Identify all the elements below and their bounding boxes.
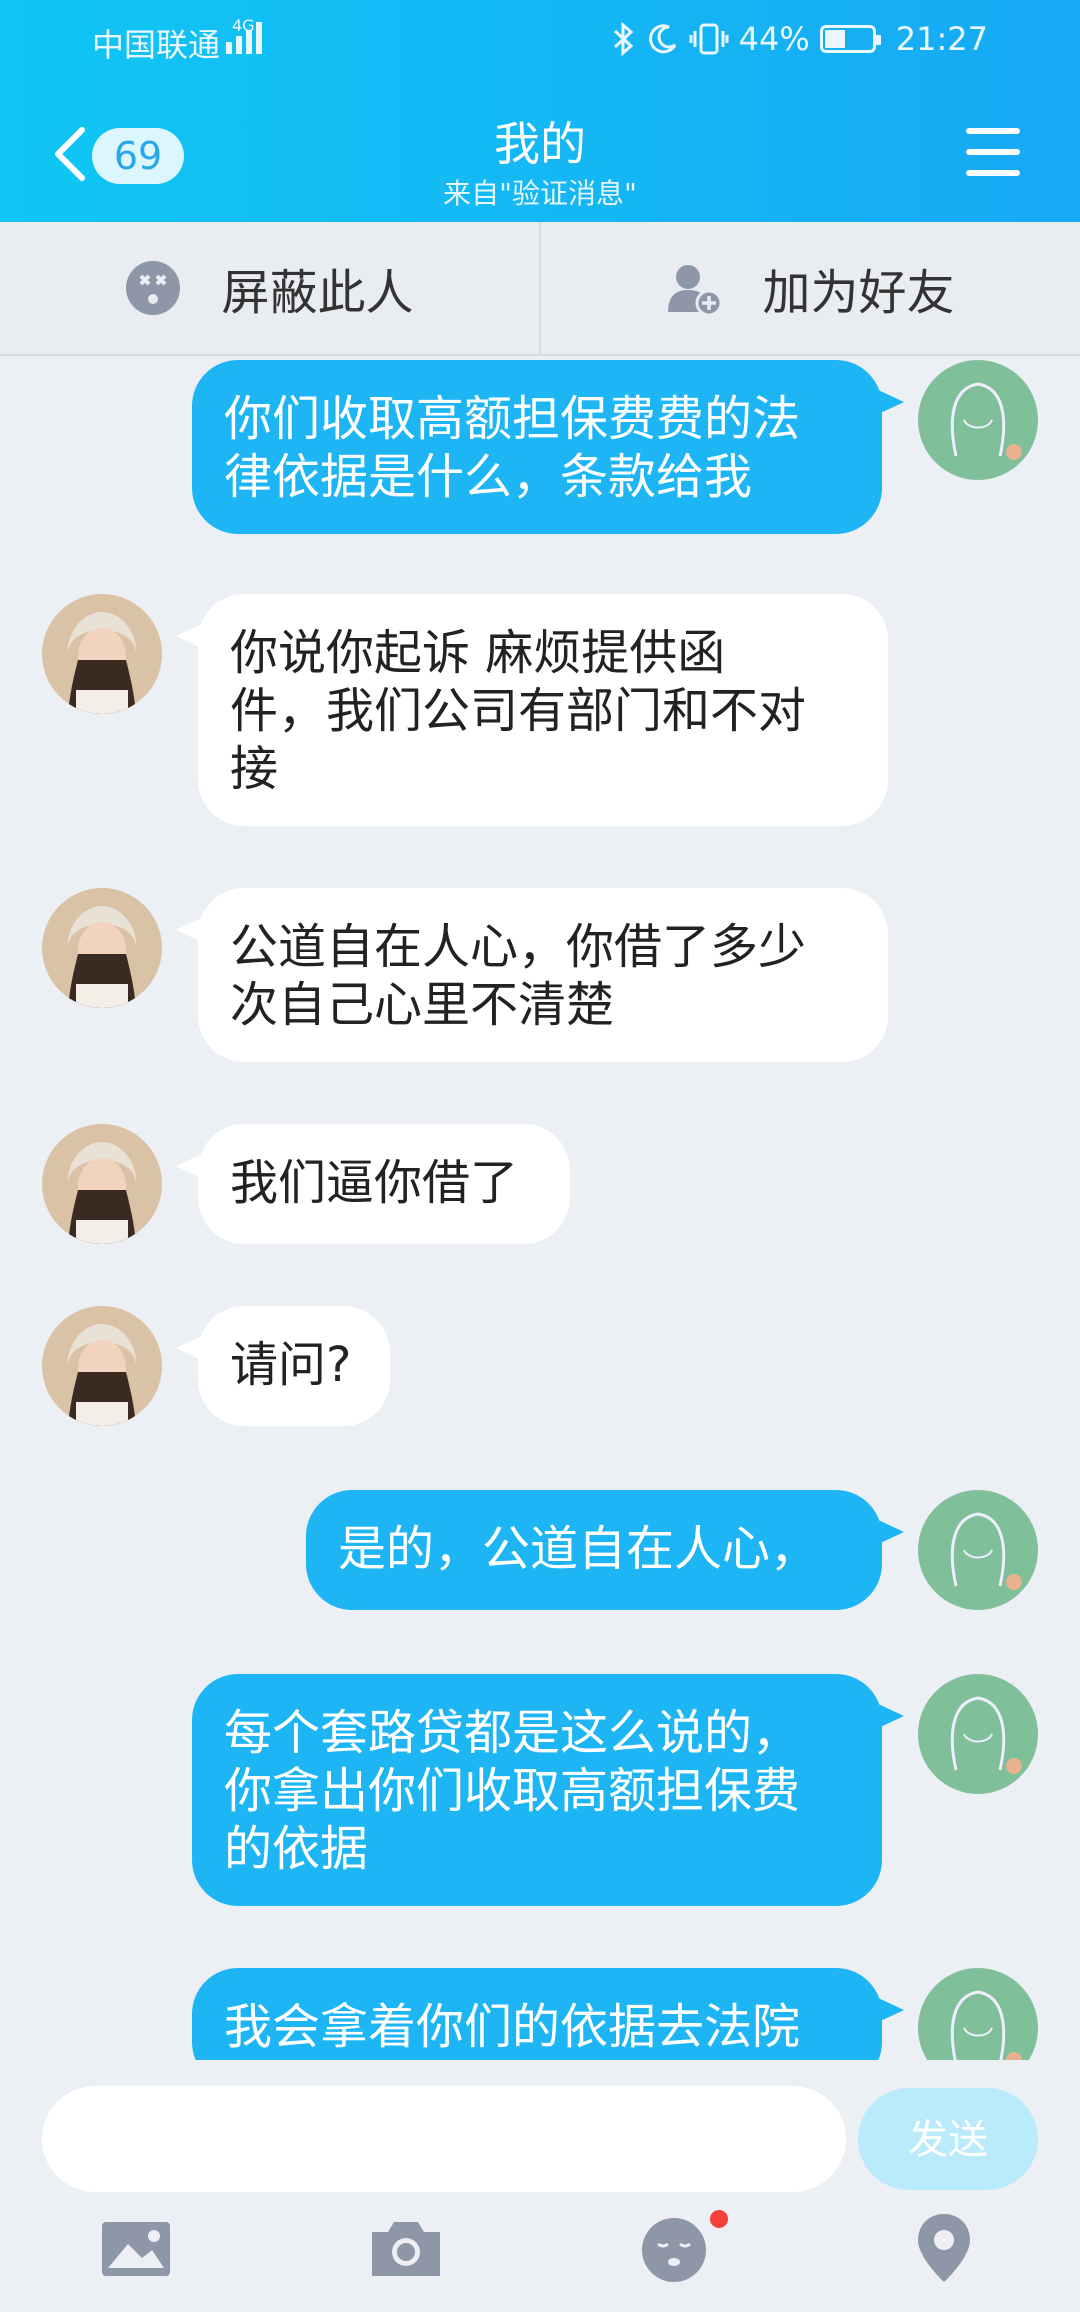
my-avatar[interactable]	[918, 1674, 1038, 1794]
battery-icon	[819, 25, 881, 53]
header: 中国联通 4G 44% 21:27 69 我的 来自"验证消息"	[0, 0, 1080, 222]
message-line: 请问?	[230, 1337, 352, 1393]
sent-message-bubble[interactable]: 我会拿着你们的依据去法院	[192, 1968, 904, 2060]
clock: 21:27	[895, 20, 988, 58]
message-list[interactable]: 你们收取高额担保费费的法 律依据是什么，条款给我 你说你起诉 麻烦提供函 件，我…	[0, 356, 1080, 2060]
block-face-icon	[126, 261, 181, 315]
emoji-icon[interactable]	[634, 2208, 714, 2288]
contact-avatar[interactable]	[42, 1124, 162, 1244]
battery-fill	[824, 30, 846, 48]
message-line: 件，我们公司有部门和不对	[230, 683, 807, 739]
my-avatar[interactable]	[918, 1968, 1038, 2060]
contact-avatar[interactable]	[42, 1306, 162, 1426]
message-line: 你拿出你们收取高额担保费	[224, 1763, 801, 1819]
battery-percent: 44%	[738, 20, 810, 58]
message-line: 次自己心里不清楚	[230, 977, 615, 1033]
message-input[interactable]	[42, 2086, 846, 2192]
notification-dot	[710, 2210, 728, 2228]
add-friend-button[interactable]: 加为好友	[539, 222, 1080, 354]
message-line: 是的，公道自在人心，	[338, 1521, 819, 1577]
message-line: 我会拿着你们的依据去法院	[224, 1999, 801, 2055]
action-bar: 屏蔽此人 加为好友	[0, 222, 1080, 356]
my-avatar[interactable]	[918, 360, 1038, 480]
block-user-label: 屏蔽此人	[221, 265, 414, 321]
message-line: 你说你起诉 麻烦提供函	[230, 625, 726, 681]
camera-icon[interactable]	[366, 2208, 446, 2288]
received-message-bubble[interactable]: 我们逼你借了	[176, 1124, 570, 1244]
signal-icon	[226, 22, 262, 54]
page-subtitle: 来自"验证消息"	[443, 177, 637, 210]
page-title: 我的	[494, 117, 586, 171]
status-right: 44% 21:27	[611, 20, 988, 58]
send-button[interactable]: 发送	[858, 2088, 1038, 2190]
message-line: 律依据是什么，条款给我	[224, 449, 753, 505]
location-icon[interactable]	[904, 2208, 984, 2288]
sent-message-bubble[interactable]: 是的，公道自在人心，	[306, 1490, 904, 1610]
add-friend-label: 加为好友	[762, 265, 955, 321]
message-line: 接	[230, 741, 279, 797]
contact-avatar[interactable]	[42, 594, 162, 714]
menu-icon[interactable]	[966, 128, 1020, 176]
sent-message-bubble[interactable]: 你们收取高额担保费费的法 律依据是什么，条款给我	[192, 360, 904, 534]
status-bar: 中国联通 4G 44% 21:27	[0, 0, 1080, 82]
message-line: 每个套路贷都是这么说的，	[224, 1705, 801, 1761]
input-bar: 发送	[0, 2060, 1080, 2312]
message-line: 公道自在人心，你借了多少	[230, 919, 807, 975]
received-message-bubble[interactable]: 公道自在人心，你借了多少 次自己心里不清楚	[176, 888, 888, 1062]
block-user-button[interactable]: 屏蔽此人	[0, 222, 539, 354]
bluetooth-icon	[613, 22, 633, 56]
contact-avatar[interactable]	[42, 888, 162, 1008]
message-line: 的依据	[224, 1821, 369, 1877]
message-line: 我们逼你借了	[230, 1155, 519, 1211]
add-friend-icon	[668, 265, 723, 316]
moon-icon	[648, 24, 676, 54]
received-message-bubble[interactable]: 你说你起诉 麻烦提供函 件，我们公司有部门和不对 接	[176, 594, 888, 826]
sent-message-bubble[interactable]: 每个套路贷都是这么说的， 你拿出你们收取高额担保费 的依据	[192, 1674, 904, 1906]
vibrate-icon	[689, 23, 729, 55]
my-avatar[interactable]	[918, 1490, 1038, 1610]
received-message-bubble[interactable]: 请问?	[176, 1306, 390, 1426]
message-line: 你们收取高额担保费费的法	[224, 391, 801, 447]
image-icon[interactable]	[96, 2208, 176, 2288]
